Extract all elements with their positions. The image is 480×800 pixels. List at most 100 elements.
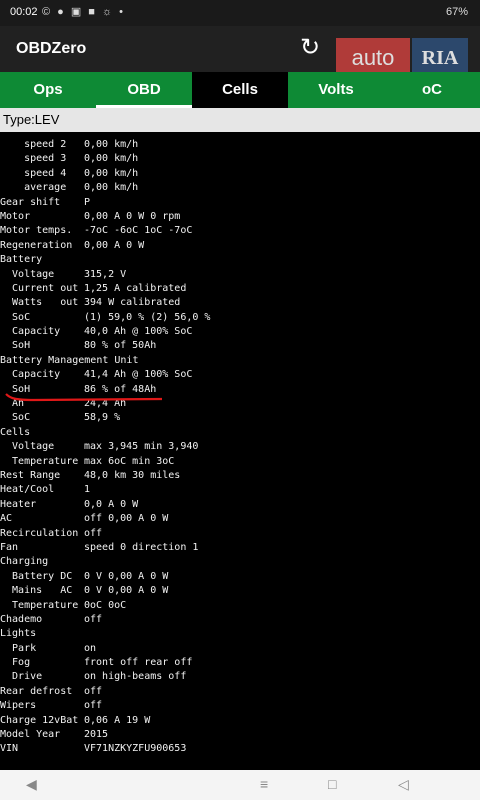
navigation-bar: ◀ ≡ □ ◁ (0, 770, 480, 800)
row-label: Voltage (0, 441, 55, 453)
data-row: Temperature max 6oC min 3oC (0, 455, 480, 469)
data-row: Heater 0,0 A 0 W (0, 498, 480, 512)
row-value: max 3,945 min 3,940 (84, 441, 199, 453)
row-value: on (84, 642, 97, 654)
row-label: Heater (0, 498, 37, 510)
data-row: speed 4 0,00 km/h (0, 167, 480, 181)
row-label: Rest Range (0, 469, 61, 481)
data-row: speed 2 0,00 km/h (0, 138, 480, 152)
row-value: 0,06 A 19 W (84, 714, 151, 726)
data-row: Regeneration 0,00 A 0 W (0, 239, 480, 253)
row-label: Recirculation (0, 527, 79, 539)
row-label: Temperature (0, 599, 79, 611)
status-time: 00:02 (10, 6, 38, 18)
tab-volts[interactable]: Volts (288, 72, 384, 108)
data-row: AC off 0,00 A 0 W (0, 512, 480, 526)
row-label: Voltage (0, 268, 55, 280)
notification-icons: © ● ▣ ■ ☼ • (42, 6, 125, 18)
row-value: off (84, 613, 103, 625)
data-row: Drive on high-beams off (0, 670, 480, 684)
row-value: 58,9 % (84, 412, 121, 424)
data-row: Capacity 40,0 Ah @ 100% SoC (0, 325, 480, 339)
row-label: Rear defrost (0, 685, 73, 697)
tab-oc[interactable]: oC (384, 72, 480, 108)
row-label: Watts out (0, 297, 79, 309)
row-label: average (0, 182, 67, 194)
row-label: Regeneration (0, 239, 73, 251)
row-label: speed 3 (0, 153, 67, 165)
row-value: 0oC 0oC (84, 599, 127, 611)
data-row: Capacity 41,4 Ah @ 100% SoC (0, 368, 480, 382)
row-label: Fan (0, 541, 19, 553)
row-value: 2015 (84, 729, 109, 741)
data-row: Model Year 2015 (0, 728, 480, 742)
app-bar: OBDZero ↻ auto RIA (0, 26, 480, 82)
data-row: Battery Management Unit (0, 354, 480, 368)
nav-back-icon[interactable]: ◁ (398, 776, 409, 793)
row-value: 1,25 A calibrated (84, 282, 187, 294)
data-row: SoH 80 % of 50Ah (0, 339, 480, 353)
row-value: VF71NZKYZFU900653 (84, 743, 187, 755)
row-label: Park (0, 642, 37, 654)
tab-obd-label: OBD (127, 81, 161, 98)
row-label: Battery (0, 254, 43, 266)
app-title: OBDZero (16, 40, 87, 57)
refresh-icon[interactable]: ↻ (296, 34, 324, 62)
row-label: Drive (0, 671, 43, 683)
data-row: Charging (0, 555, 480, 569)
row-value: off (84, 700, 103, 712)
row-value: 0 V 0,00 A 0 W (84, 570, 169, 582)
row-label: SoC (0, 311, 31, 323)
row-label: speed 4 (0, 167, 67, 179)
data-row: Rest Range 48,0 km 30 miles (0, 469, 480, 483)
data-row: Motor 0,00 A 0 W 0 rpm (0, 210, 480, 224)
row-label: Battery DC (0, 570, 73, 582)
row-value: -7oC -6oC 1oC -7oC (84, 225, 193, 237)
row-label: Motor temps. (0, 225, 73, 237)
row-label: Model Year (0, 729, 61, 741)
tab-obd[interactable]: OBD (96, 72, 192, 108)
row-label: Mains AC (0, 585, 73, 597)
data-row: Mains AC 0 V 0,00 A 0 W (0, 584, 480, 598)
row-value: front off rear off (84, 657, 193, 669)
row-label: Capacity (0, 326, 61, 338)
data-row: Gear shift P (0, 196, 480, 210)
row-label: Motor (0, 210, 31, 222)
row-value: 0,00 A 0 W 0 rpm (84, 210, 181, 222)
data-row: average 0,00 km/h (0, 181, 480, 195)
data-row: Temperature 0oC 0oC (0, 599, 480, 613)
row-label: Wipers (0, 700, 37, 712)
row-label: Battery Management Unit (0, 354, 139, 366)
row-label: Heat/Cool (0, 484, 55, 496)
row-label: AC (0, 513, 13, 525)
row-label: Capacity (0, 369, 61, 381)
row-value: 0 V 0,00 A 0 W (84, 585, 169, 597)
row-value: off (84, 685, 103, 697)
nav-back-arrow-icon[interactable]: ◀ (26, 776, 37, 793)
row-value: 0,0 A 0 W (84, 498, 139, 510)
tab-cells[interactable]: Cells (192, 72, 288, 108)
row-value: 0,00 km/h (84, 182, 139, 194)
row-label: Lights (0, 628, 37, 640)
row-value: 0,00 km/h (84, 139, 139, 150)
data-row: Voltage max 3,945 min 3,940 (0, 440, 480, 454)
data-row: Charge 12vBat 0,06 A 19 W (0, 714, 480, 728)
data-row: Lights (0, 627, 480, 641)
row-label: SoH (0, 340, 31, 352)
tab-ops[interactable]: Ops (0, 72, 96, 108)
data-row: Battery (0, 253, 480, 267)
obd-data-list: speed 2 0,00 km/h speed 3 0,00 km/h speed … (0, 138, 480, 757)
nav-home-icon[interactable]: □ (328, 776, 336, 792)
row-value: 1 (84, 484, 91, 496)
row-value: 0,00 km/h (84, 167, 139, 179)
row-value: off (84, 527, 103, 539)
row-value: P (84, 196, 91, 208)
data-row: Chademo off (0, 613, 480, 627)
data-row: Fog front off rear off (0, 656, 480, 670)
nav-menu-icon[interactable]: ≡ (260, 776, 268, 792)
data-row: Park on (0, 642, 480, 656)
row-value: 0,00 A 0 W (84, 239, 145, 251)
data-row: Current out 1,25 A calibrated (0, 282, 480, 296)
row-label: Fog (0, 657, 31, 669)
data-row: SoC (1) 59,0 % (2) 56,0 % (0, 311, 480, 325)
